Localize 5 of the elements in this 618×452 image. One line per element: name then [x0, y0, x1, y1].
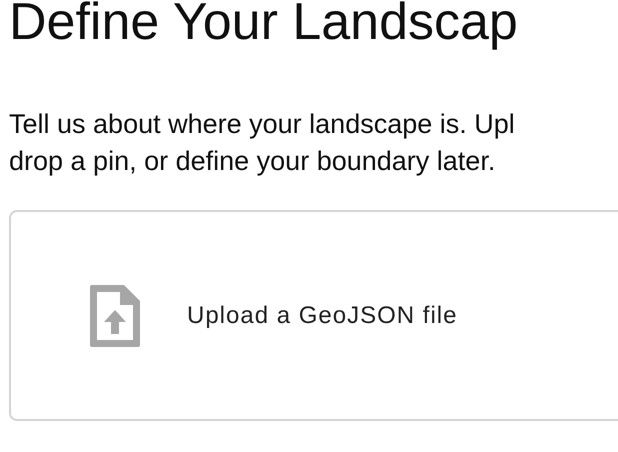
file-upload-icon [88, 282, 142, 348]
upload-option-label: Upload a GeoJSON file [187, 302, 458, 330]
upload-option-card[interactable]: Upload a GeoJSON file [9, 210, 618, 421]
intro-text: Tell us about where your landscape is. Upl drop a pin, or define your boundary later. [9, 108, 516, 178]
page-heading: Define Your Landscap [9, 0, 519, 50]
